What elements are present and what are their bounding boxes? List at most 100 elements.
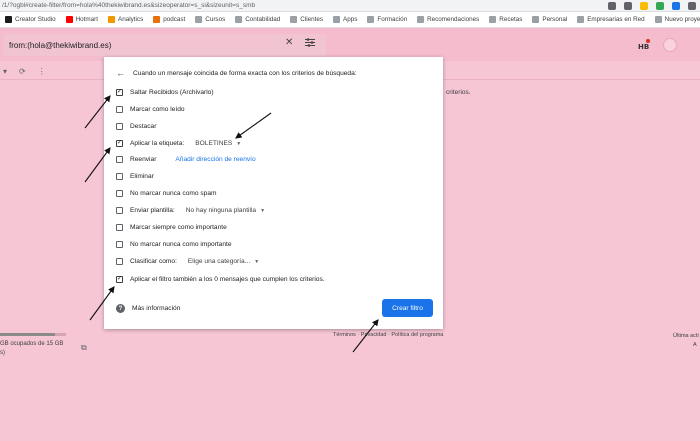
filter-option: No marcar nunca como importante (116, 241, 232, 248)
checkbox[interactable] (116, 190, 123, 197)
checkbox-wrapper: ✓ (112, 272, 127, 287)
storage-usage-suffix: s) (0, 350, 5, 356)
search-input[interactable]: from:(hola@thekiwibrand.es) (9, 41, 111, 50)
bookmark-item[interactable]: Contabilidad (230, 16, 285, 23)
bookmark-icon (654, 16, 662, 23)
bookmark-label: Formación (377, 16, 408, 23)
bookmark-item[interactable]: Nuevo proyecto (650, 16, 700, 23)
checkbox-wrapper: ✓ (116, 140, 123, 147)
background-criteria-text: criterios. (446, 89, 471, 96)
dialog-header: ← Cuando un mensaje coincida de forma ex… (116, 68, 357, 78)
checkbox-wrapper (116, 258, 123, 265)
select-value: BOLETINES (195, 140, 233, 147)
checkbox[interactable] (116, 156, 123, 163)
select-dropdown-icon[interactable]: ▾ (3, 67, 7, 76)
add-forwarding-address-link[interactable]: Añadir dirección de reenvío (175, 156, 255, 163)
option-label: Clasificar como: (130, 258, 177, 265)
filter-option: No marcar nunca como spam (116, 190, 217, 197)
checkbox-wrapper (116, 156, 123, 163)
checkbox[interactable]: ✓ (116, 276, 123, 283)
search-box[interactable]: from:(hola@thekiwibrand.es) ✕ (3, 34, 326, 56)
option-select[interactable]: No hay ninguna plantilla ▼ (186, 207, 265, 214)
open-in-new-icon[interactable]: ⧉ (81, 343, 87, 353)
brand-logo[interactable]: HB (638, 39, 650, 50)
refresh-icon[interactable]: ⟳ (19, 67, 26, 76)
checkbox-wrapper: ✓ (116, 89, 123, 96)
bookmark-label: Creator Studio (15, 16, 56, 23)
checkbox[interactable]: ✓ (116, 140, 123, 147)
mail-toolbar: ▾ ⟳ ⋮ (0, 62, 110, 80)
bookmark-item[interactable]: Cursos (190, 16, 230, 23)
option-label: Marcar como leído (130, 106, 185, 113)
option-label: Aplicar la etiqueta: (130, 140, 185, 147)
zoom-icon[interactable] (608, 2, 616, 10)
checkbox[interactable] (116, 241, 123, 248)
storage-text: GB ocupados de 15 GB s) (0, 340, 63, 358)
option-label: No marcar nunca como spam (130, 190, 217, 197)
option-label: Saltar Recibidos (Archivarlo) (130, 89, 214, 96)
checkbox[interactable] (116, 123, 123, 130)
footer-links[interactable]: Términos · Privacidad · Política del pro… (333, 332, 443, 338)
bookmark-item[interactable]: Empresarias en Red (572, 16, 649, 23)
bookmark-label: Nuevo proyecto (664, 16, 700, 23)
bookmark-icon (235, 16, 243, 23)
checkbox[interactable] (116, 207, 123, 214)
bookmark-icon (5, 16, 12, 23)
bookmark-label: Recetas (499, 16, 523, 23)
filter-option: Clasificar como: Elige una categoría... ▼ (116, 258, 259, 265)
star-icon[interactable] (640, 2, 648, 10)
option-label: Enviar plantilla: (130, 207, 175, 214)
bookmark-item[interactable]: podcast (148, 16, 190, 23)
tune-icon[interactable] (305, 38, 315, 47)
create-filter-dialog: ← Cuando un mensaje coincida de forma ex… (104, 57, 443, 329)
url-text: /1/?ogbl#create-filter/from=hola%40theki… (2, 2, 256, 9)
filter-option: ✓ Saltar Recibidos (Archivarlo) (116, 89, 214, 96)
more-info-link[interactable]: Más información (132, 305, 180, 312)
bookmark-label: Recomendaciones (427, 16, 480, 23)
avatar[interactable] (663, 38, 677, 52)
address-bar[interactable]: /1/?ogbl#create-filter/from=hola%40theki… (0, 0, 700, 12)
extension-icons (608, 2, 696, 10)
bookmark-label: Analytics (118, 16, 144, 23)
chevron-down-icon: ▼ (260, 207, 266, 214)
help-icon[interactable]: ? (116, 304, 125, 313)
bookmark-label: Apps (343, 16, 358, 23)
option-select[interactable]: BOLETINES ▼ (195, 140, 241, 147)
bookmark-icon (577, 16, 585, 23)
checkbox[interactable] (116, 173, 123, 180)
checkbox[interactable] (116, 224, 123, 231)
more-options-icon[interactable]: ⋮ (38, 67, 46, 76)
checkbox[interactable]: ✓ (116, 89, 123, 96)
puzzle-icon[interactable] (688, 2, 696, 10)
option-label: Aplicar el filtro también a los 0 mensaj… (130, 276, 325, 283)
create-filter-button[interactable]: Crear filtro (382, 299, 433, 317)
bookmark-label: Clientes (300, 16, 323, 23)
bookmark-icon (108, 16, 116, 23)
extension-icon[interactable] (656, 2, 664, 10)
bookmark-item[interactable]: Personal (527, 16, 572, 23)
bookmark-item[interactable]: Apps (328, 16, 362, 23)
close-icon[interactable]: ✕ (285, 37, 293, 48)
bookmark-item[interactable]: Recetas (484, 16, 527, 23)
bookmark-item[interactable]: Recomendaciones (412, 16, 484, 23)
more-info-row: ? Más información (116, 304, 180, 313)
checkbox[interactable] (116, 106, 123, 113)
share-icon[interactable] (624, 2, 632, 10)
bookmark-item[interactable]: Analytics (103, 16, 148, 23)
checkbox[interactable] (116, 258, 123, 265)
bookmark-icon (153, 16, 161, 23)
bookmark-item[interactable]: Clientes (285, 16, 328, 23)
bookmark-item[interactable]: Creator Studio (0, 16, 61, 23)
bookmark-item[interactable]: Formación (362, 16, 412, 23)
option-select[interactable]: Elige una categoría... ▼ (188, 258, 259, 265)
extension-icon[interactable] (672, 2, 680, 10)
bookmark-item[interactable]: Hotmart (61, 16, 103, 23)
last-activity: Última acti A (673, 332, 699, 350)
filter-option: Reenviar Añadir dirección de reenvío (116, 156, 256, 163)
bookmark-icon (195, 16, 203, 23)
bookmark-icon (65, 16, 73, 23)
storage-usage: GB ocupados de 15 GB (0, 341, 64, 347)
last-activity-label: Última acti (673, 333, 699, 339)
filter-option: Eliminar (116, 173, 154, 180)
back-arrow-icon[interactable]: ← (116, 68, 125, 78)
